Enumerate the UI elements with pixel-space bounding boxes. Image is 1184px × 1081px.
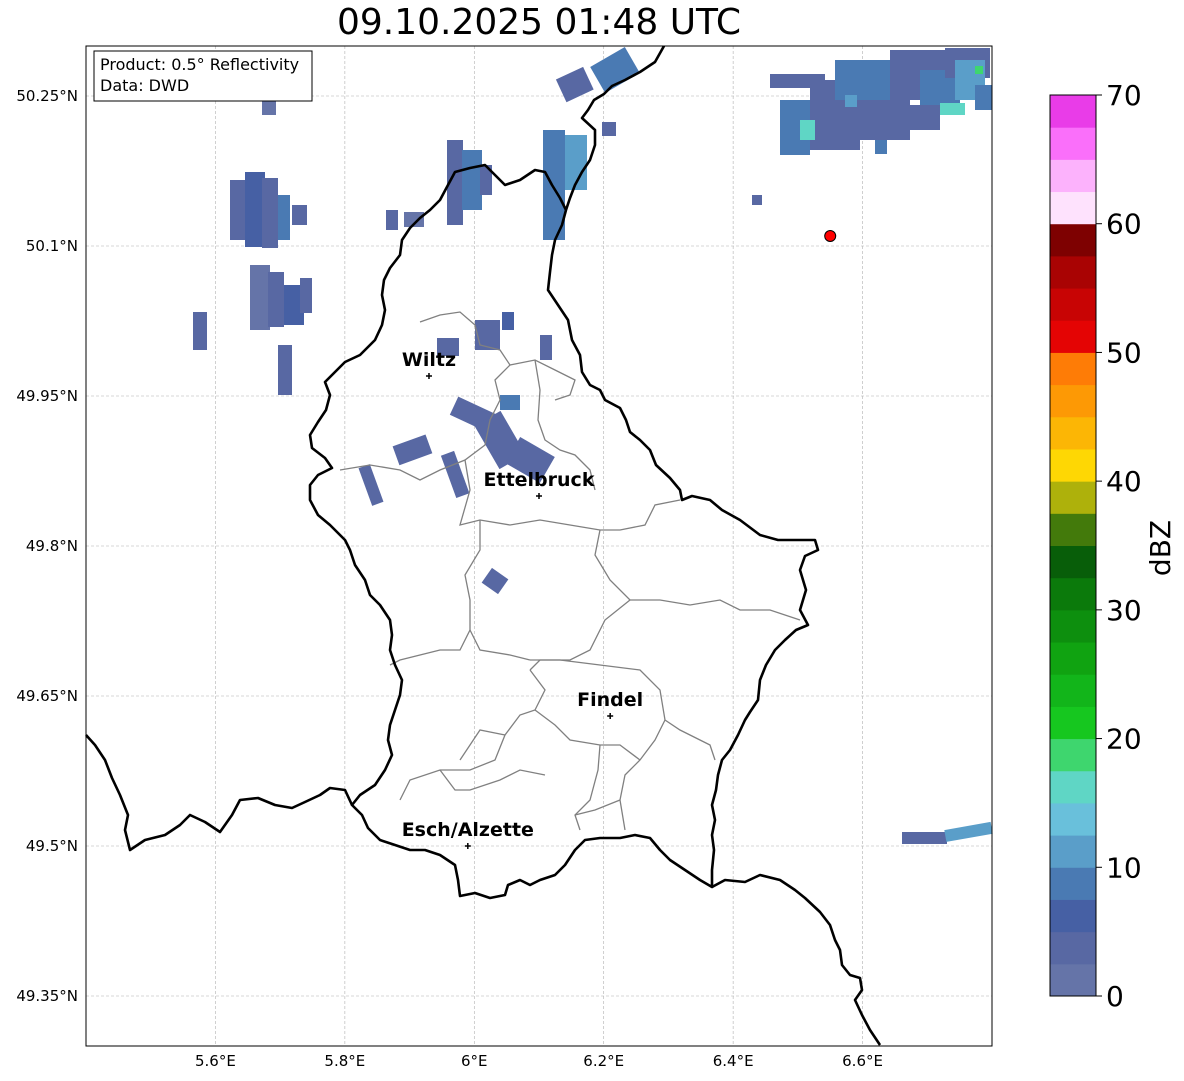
lat-tick-label: 50.25°N xyxy=(16,87,78,105)
colorbar-segment xyxy=(1050,416,1096,450)
colorbar-segment xyxy=(1050,738,1096,772)
city-marker xyxy=(425,373,432,379)
lat-tick-label: 49.35°N xyxy=(16,987,78,1005)
axis-ticks: 5.6°E 5.8°E 6°E 6.2°E 6.4°E 6.6°E 50.25°N 50.1°… xyxy=(16,87,883,1070)
canton-boundaries xyxy=(339,311,801,831)
colorbar-segment xyxy=(1050,835,1096,868)
city-marker xyxy=(464,843,471,849)
city-marker xyxy=(607,713,614,719)
lat-tick-label: 49.5°N xyxy=(26,837,78,855)
colorbar-segment xyxy=(1050,802,1096,836)
colorbar-segment xyxy=(1050,931,1096,965)
colorbar-tick-label: 70 xyxy=(1106,79,1142,112)
colorbar-segment xyxy=(1050,770,1096,804)
colorbar-segment xyxy=(1050,191,1096,225)
colorbar-segment xyxy=(1050,95,1096,128)
lon-tick-label: 6.4°E xyxy=(713,1052,754,1070)
lat-tick-label: 49.95°N xyxy=(16,387,78,405)
colorbar-segment xyxy=(1050,963,1096,997)
colorbar-segment xyxy=(1050,448,1096,482)
radar-echoes xyxy=(193,47,993,844)
lon-tick-label: 5.8°E xyxy=(324,1052,365,1070)
graticule xyxy=(86,46,992,1046)
city-label: Wiltz xyxy=(402,349,456,371)
colorbar-tick-label: 0 xyxy=(1106,980,1124,1013)
colorbar-segment xyxy=(1050,223,1096,257)
colorbar-label: dBZ xyxy=(1144,520,1177,576)
colorbar-segment xyxy=(1050,545,1096,579)
lon-tick-label: 6°E xyxy=(461,1052,488,1070)
colorbar-segment xyxy=(1050,255,1096,289)
colorbar-segment xyxy=(1050,609,1096,643)
city-marker xyxy=(536,493,542,499)
colorbar-segment xyxy=(1050,159,1096,193)
colorbar-tick-label: 50 xyxy=(1106,336,1142,369)
lon-tick-label: 5.6°E xyxy=(195,1052,236,1070)
city-label: Esch/Alzette xyxy=(402,819,534,841)
colorbar-segment xyxy=(1050,706,1096,740)
colorbar-segment xyxy=(1050,642,1096,675)
colorbar-segment xyxy=(1050,899,1096,933)
colorbar-tick-label: 10 xyxy=(1106,851,1142,884)
colorbar-tick-label: 20 xyxy=(1106,723,1142,756)
colorbar-segment xyxy=(1050,288,1096,321)
info-box: Product: 0.5° Reflectivity Data: DWD xyxy=(93,50,313,102)
colorbar-tick-label: 30 xyxy=(1106,594,1142,627)
colorbar-segment xyxy=(1050,867,1096,900)
radar-map: Product: 0.5° Reflectivity Data: DWD Wil… xyxy=(16,45,1177,1070)
radar-site-marker xyxy=(824,230,837,242)
colorbar-segment xyxy=(1050,384,1096,418)
colorbar-segment xyxy=(1050,577,1096,611)
colorbar-segment xyxy=(1050,127,1096,160)
info-product: Product: 0.5° Reflectivity xyxy=(100,55,299,74)
city-label: Ettelbruck xyxy=(484,469,595,491)
colorbar-segment xyxy=(1050,320,1096,353)
lat-tick-label: 49.8°N xyxy=(26,537,78,555)
colorbar-segment xyxy=(1050,352,1096,386)
city-label: Findel xyxy=(577,689,643,711)
colorbar-tick-label: 40 xyxy=(1106,465,1142,498)
lon-tick-label: 6.2°E xyxy=(583,1052,624,1070)
info-data-source: Data: DWD xyxy=(100,76,189,95)
city-markers: Wiltz Ettelbruck Findel Esch/Alzette xyxy=(402,349,643,849)
lon-tick-label: 6.6°E xyxy=(842,1052,883,1070)
colorbar-segment xyxy=(1050,674,1096,707)
colorbar-tick-label: 60 xyxy=(1106,208,1142,241)
colorbar-segment xyxy=(1050,513,1096,546)
colorbar-segment xyxy=(1050,481,1096,514)
colorbar: 0 10 20 30 40 50 60 70 xyxy=(1049,79,1142,1013)
lat-tick-label: 50.1°N xyxy=(26,237,78,255)
lat-tick-label: 49.65°N xyxy=(16,687,78,705)
